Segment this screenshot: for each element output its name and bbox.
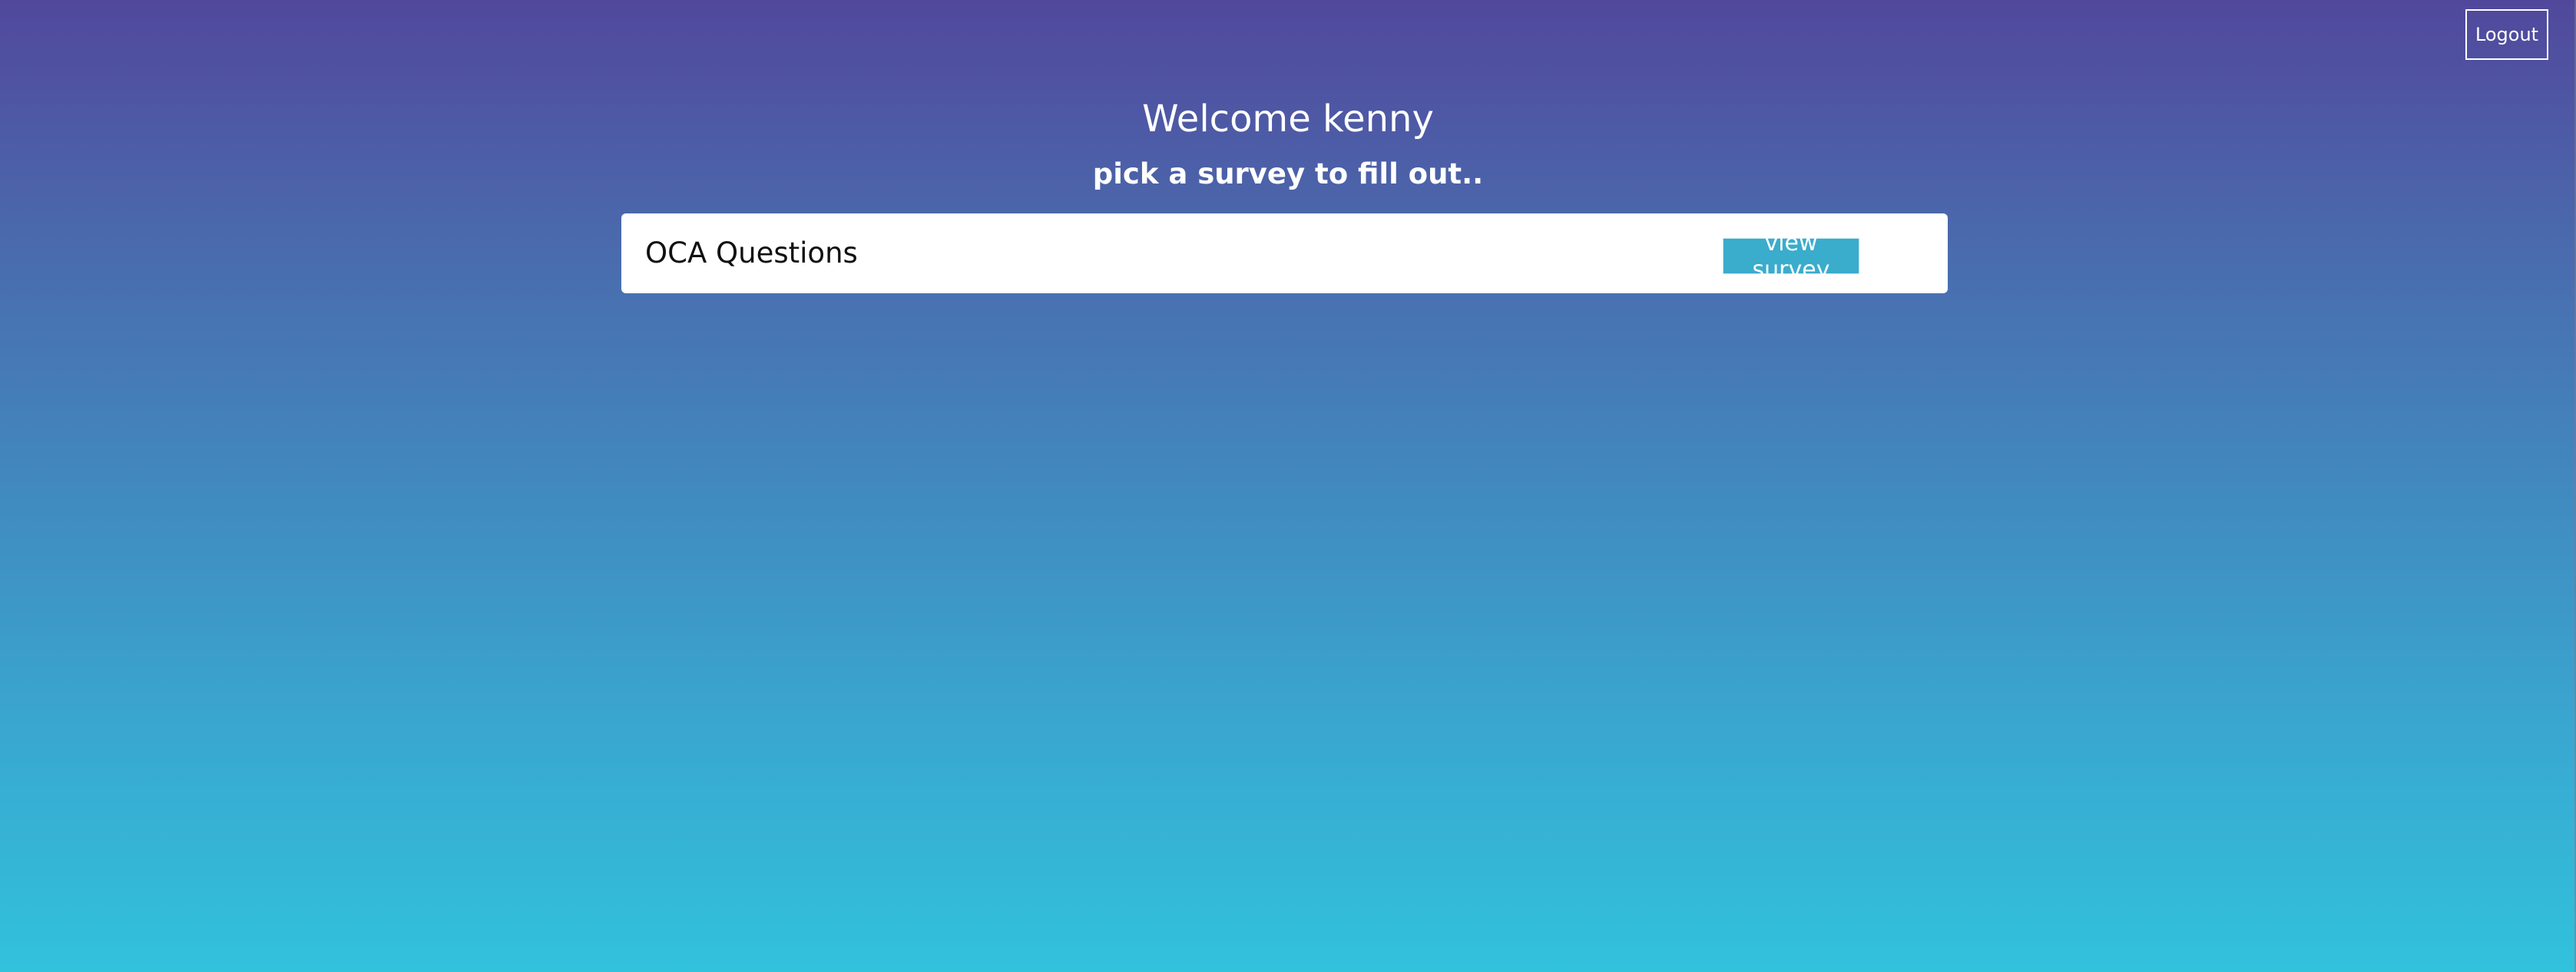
- logout-button[interactable]: Logout: [2465, 9, 2548, 60]
- survey-card: OCA Questions view survey: [621, 213, 1948, 293]
- page-subtitle: pick a survey to fill out..: [1092, 157, 1484, 190]
- survey-title: OCA Questions: [645, 236, 858, 269]
- page-title: Welcome kenny: [1142, 98, 1434, 141]
- view-survey-button[interactable]: view survey: [1723, 230, 1859, 283]
